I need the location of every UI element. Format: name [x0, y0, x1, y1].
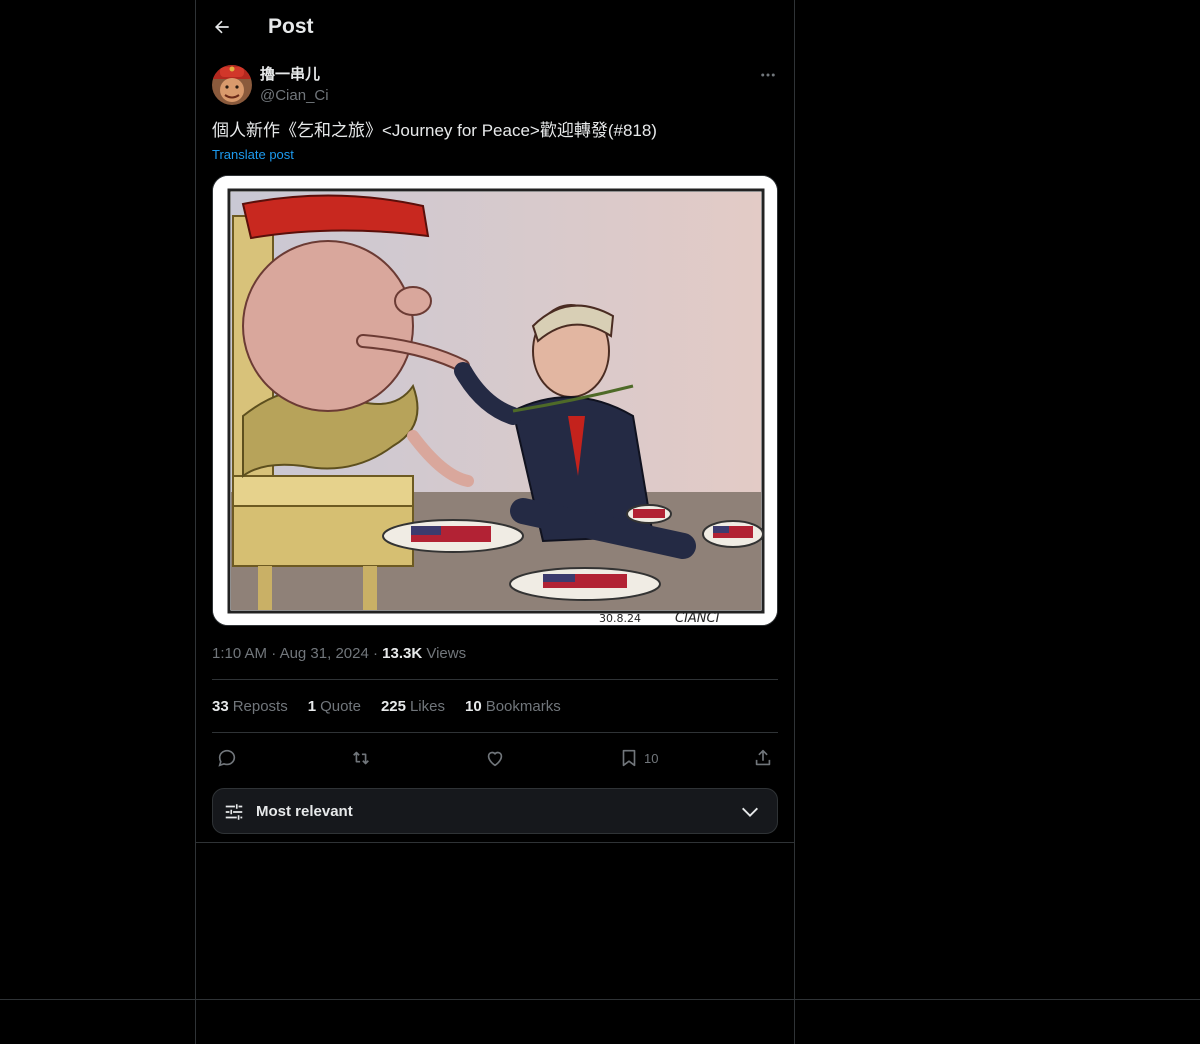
engagement-stats: 33 Reposts 1 Quote 225 Likes 10 Bookmarks: [212, 697, 561, 717]
bookmarks-label: Bookmarks: [485, 698, 561, 715]
back-button[interactable]: [208, 13, 236, 41]
page: Post 擼一串儿 @Cian_Ci 個人新作《乞和之旅》<Journey fo…: [0, 0, 1200, 1044]
quote-count: 1: [307, 698, 317, 715]
quote-stat[interactable]: 1 Quote: [308, 697, 361, 717]
cartoon-illustration: 30.8.24 CIANCI: [213, 176, 777, 625]
bookmark-icon: [622, 749, 636, 767]
arrow-left-icon: [215, 20, 229, 34]
post-bottom-divider: [196, 842, 794, 843]
repost-button[interactable]: [350, 744, 372, 772]
bookmarks-count: 10: [465, 698, 482, 715]
action-bar: 10: [212, 744, 778, 772]
bookmarks-stat[interactable]: 10 Bookmarks: [465, 697, 561, 717]
repost-icon: [353, 751, 369, 765]
meta-divider: [212, 679, 778, 680]
sort-label: Most relevant: [256, 803, 353, 820]
bookmark-count: 10: [644, 750, 659, 766]
user-handle[interactable]: @Cian_Ci: [260, 87, 329, 105]
translate-post-link[interactable]: Translate post: [212, 147, 294, 163]
views-label: Views: [426, 645, 467, 662]
display-name[interactable]: 擼一串儿: [260, 66, 320, 84]
post-date[interactable]: Aug 31, 2024: [280, 645, 369, 662]
quote-label: Quote: [320, 698, 361, 715]
like-button[interactable]: [484, 744, 506, 772]
reply-icon: [218, 749, 236, 767]
more-horizontal-icon: [761, 73, 775, 77]
reposts-label: Reposts: [232, 698, 288, 715]
likes-count: 225: [380, 698, 406, 715]
page-title: Post: [268, 15, 314, 38]
likes-label: Likes: [409, 698, 445, 715]
column-left-border: [195, 0, 196, 1044]
likes-stat[interactable]: 225 Likes: [381, 697, 445, 717]
image-signature: CIANCI: [675, 611, 720, 625]
share-button[interactable]: [752, 744, 774, 772]
views-count: 13.3K: [382, 645, 423, 662]
chevron-down-icon: [742, 807, 758, 817]
image-date: 30.8.24: [599, 612, 641, 625]
reply-button[interactable]: [216, 744, 238, 772]
stats-divider: [212, 732, 778, 733]
bottom-divider: [0, 999, 1200, 1000]
reply-sort-dropdown[interactable]: Most relevant: [212, 788, 778, 834]
bookmark-button[interactable]: 10: [618, 744, 658, 772]
reposts-count: 33: [212, 698, 229, 715]
share-icon: [755, 749, 771, 766]
sliders-icon: [225, 804, 243, 820]
post-time[interactable]: 1:10 AM: [212, 645, 267, 662]
separator-dot: ·: [372, 645, 383, 662]
separator-dot: ·: [271, 645, 280, 662]
post-text: 個人新作《乞和之旅》<Journey for Peace>歡迎轉發(#818): [212, 121, 657, 140]
post-image[interactable]: 30.8.24 CIANCI: [212, 175, 778, 626]
avatar[interactable]: [212, 65, 252, 105]
more-options-button[interactable]: [756, 63, 780, 87]
column-right-border: [794, 0, 795, 1044]
heart-icon: [487, 751, 503, 767]
reposts-stat[interactable]: 33 Reposts: [212, 697, 288, 717]
avatar-image: [212, 65, 252, 105]
post-meta: 1:10 AM · Aug 31, 2024 · 13.3K Views: [212, 644, 466, 664]
